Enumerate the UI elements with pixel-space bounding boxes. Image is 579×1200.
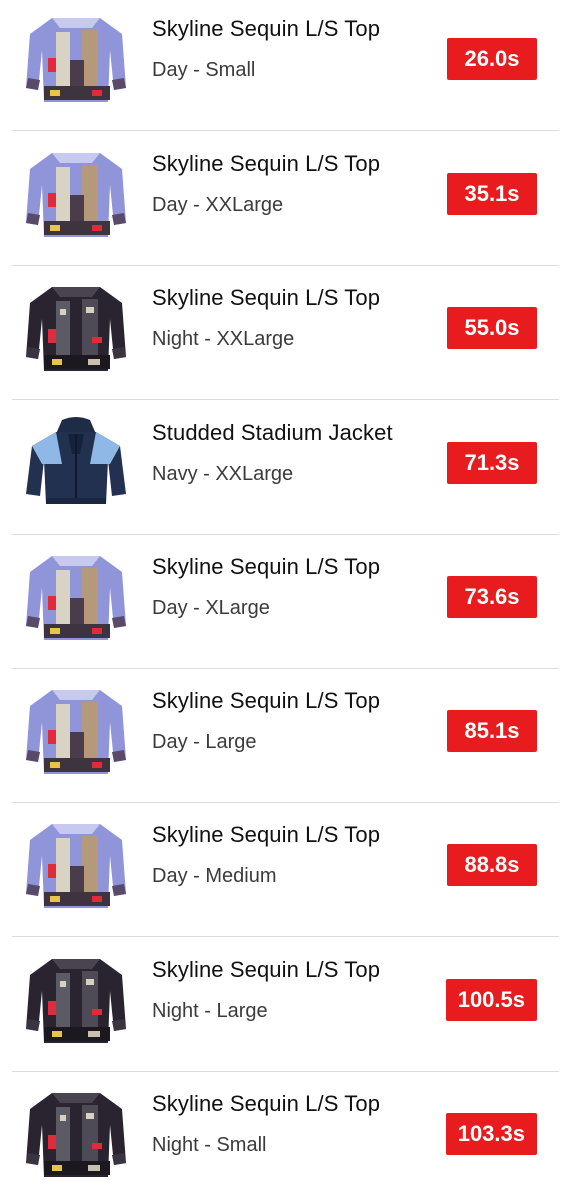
checkout-times-list: Skyline Sequin L/S Top Day - Small 26.0s… bbox=[0, 0, 579, 1200]
night-sequin-top-icon bbox=[22, 951, 130, 1047]
list-item[interactable]: Skyline Sequin L/S Top Night - Small 103… bbox=[0, 1071, 579, 1200]
list-item[interactable]: Skyline Sequin L/S Top Day - Medium 88.8… bbox=[0, 802, 579, 937]
day-sequin-top-icon bbox=[22, 682, 130, 778]
item-variant: Night - XXLarge bbox=[152, 328, 295, 350]
night-sequin-top-icon bbox=[22, 1085, 130, 1181]
item-variant: Day - XXLarge bbox=[152, 194, 284, 216]
item-variant: Night - Small bbox=[152, 1134, 267, 1156]
list-item[interactable]: Skyline Sequin L/S Top Day - Small 26.0s bbox=[0, 0, 579, 131]
item-title: Skyline Sequin L/S Top bbox=[152, 151, 381, 176]
item-variant: Navy - XXLarge bbox=[152, 463, 294, 485]
item-title: Skyline Sequin L/S Top bbox=[152, 1091, 381, 1116]
time-badge: 35.1s bbox=[447, 173, 537, 215]
item-title: Skyline Sequin L/S Top bbox=[152, 822, 381, 847]
day-sequin-top-icon bbox=[22, 548, 130, 644]
night-sequin-top-icon bbox=[22, 279, 130, 375]
item-variant: Day - Small bbox=[152, 59, 256, 81]
item-title: Studded Stadium Jacket bbox=[152, 420, 393, 445]
time-badge: 100.5s bbox=[445, 979, 537, 1021]
time-badge: 26.0s bbox=[447, 38, 537, 80]
list-item[interactable]: Skyline Sequin L/S Top Night - XXLarge 5… bbox=[0, 265, 579, 400]
day-sequin-top-icon bbox=[22, 816, 130, 912]
time-badge: 103.3s bbox=[445, 1113, 537, 1155]
list-item[interactable]: Studded Stadium Jacket Navy - XXLarge 71… bbox=[0, 400, 579, 535]
item-title: Skyline Sequin L/S Top bbox=[152, 688, 381, 713]
navy-stadium-jacket-icon bbox=[22, 414, 130, 510]
item-variant: Day - Medium bbox=[152, 865, 277, 887]
item-title: Skyline Sequin L/S Top bbox=[152, 16, 381, 41]
item-variant: Day - XLarge bbox=[152, 597, 270, 619]
list-item[interactable]: Skyline Sequin L/S Top Day - XLarge 73.6… bbox=[0, 534, 579, 669]
item-variant: Night - Large bbox=[152, 1000, 268, 1022]
time-badge: 71.3s bbox=[447, 442, 537, 484]
day-sequin-top-icon bbox=[22, 145, 130, 241]
time-badge: 73.6s bbox=[447, 576, 537, 618]
item-title: Skyline Sequin L/S Top bbox=[152, 554, 381, 579]
day-sequin-top-icon bbox=[22, 10, 130, 106]
list-item[interactable]: Skyline Sequin L/S Top Day - Large 85.1s bbox=[0, 668, 579, 803]
item-variant: Day - Large bbox=[152, 731, 257, 753]
item-title: Skyline Sequin L/S Top bbox=[152, 957, 381, 982]
item-title: Skyline Sequin L/S Top bbox=[152, 285, 381, 310]
time-badge: 55.0s bbox=[447, 307, 537, 349]
time-badge: 88.8s bbox=[447, 844, 537, 886]
list-item[interactable]: Skyline Sequin L/S Top Day - XXLarge 35.… bbox=[0, 131, 579, 266]
time-badge: 85.1s bbox=[447, 710, 537, 752]
list-item[interactable]: Skyline Sequin L/S Top Night - Large 100… bbox=[0, 937, 579, 1072]
